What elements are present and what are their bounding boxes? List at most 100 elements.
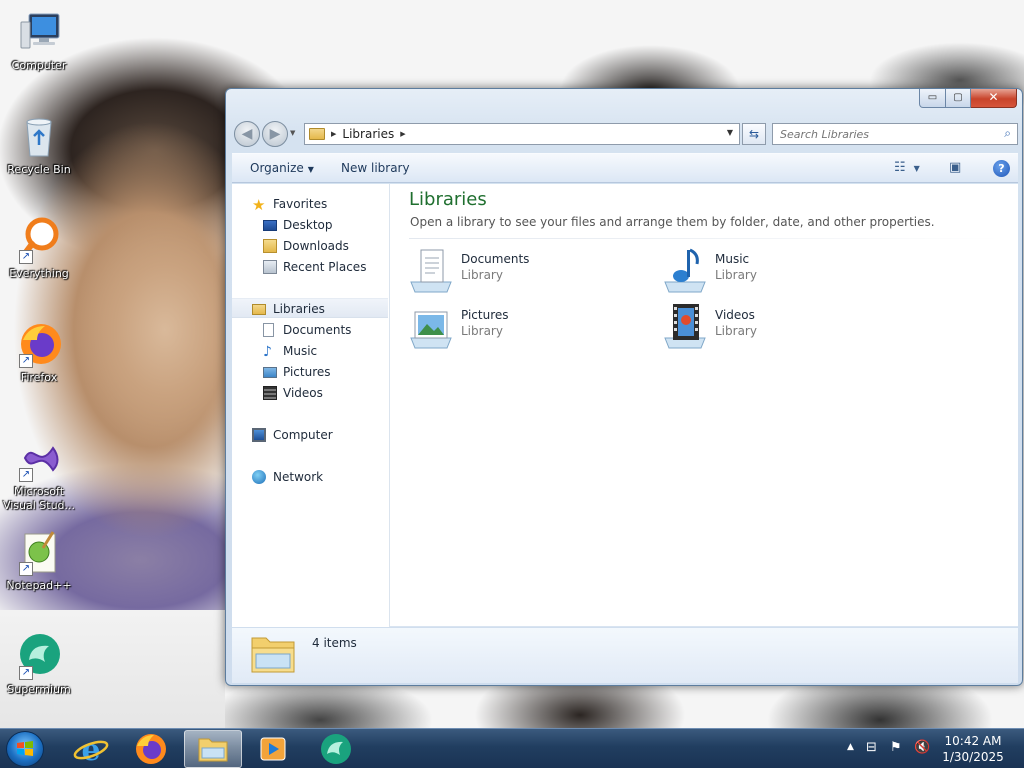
breadcrumb-arrow-icon[interactable]: ▶ bbox=[331, 130, 336, 138]
nav-label: Pictures bbox=[283, 365, 331, 379]
documents-icon bbox=[263, 323, 274, 337]
supermium-icon bbox=[321, 734, 351, 764]
desktop-icon-supermium[interactable]: ↗ Supermium bbox=[1, 632, 77, 697]
recycle-bin-icon bbox=[15, 112, 63, 160]
caption-buttons: ▭ ▢ ✕ bbox=[919, 89, 1017, 109]
help-icon[interactable]: ? bbox=[993, 160, 1010, 177]
desktop-icon-firefox[interactable]: ↗ Firefox bbox=[1, 320, 77, 385]
minimize-button[interactable]: ▭ bbox=[919, 89, 946, 108]
recent-places-icon bbox=[263, 260, 277, 274]
clock-date: 1/30/2025 bbox=[942, 750, 1004, 764]
nav-label: Computer bbox=[273, 428, 333, 442]
computer-icon bbox=[252, 428, 266, 442]
page-subtitle: Open a library to see your files and arr… bbox=[410, 215, 935, 229]
shortcut-arrow-icon: ↗ bbox=[19, 562, 33, 576]
nav-desktop[interactable]: Desktop bbox=[232, 215, 388, 235]
nav-label: Downloads bbox=[283, 239, 349, 253]
nav-downloads[interactable]: Downloads bbox=[232, 236, 388, 256]
desktop-icon-visual-studio[interactable]: ↗ Microsoft Visual Stud... bbox=[1, 434, 77, 513]
windows-logo-icon bbox=[17, 741, 33, 756]
library-type: Library bbox=[461, 324, 503, 338]
organize-button[interactable]: Organize ▼ bbox=[250, 161, 314, 175]
library-tile-documents[interactable]: Documents Library bbox=[407, 246, 647, 296]
nav-recent-places[interactable]: Recent Places bbox=[232, 257, 388, 277]
desktop-icon-label: Computer bbox=[11, 59, 67, 72]
show-hidden-icons-button[interactable]: ▲ bbox=[847, 742, 854, 752]
preview-pane-button[interactable]: ▣ bbox=[949, 160, 961, 175]
taskbar-windows-explorer[interactable] bbox=[184, 730, 242, 768]
maximize-button[interactable]: ▢ bbox=[946, 89, 971, 108]
shortcut-arrow-icon: ↗ bbox=[19, 354, 33, 368]
music-note-icon: ♪ bbox=[263, 344, 272, 360]
library-type: Library bbox=[715, 268, 757, 282]
firefox-icon bbox=[136, 734, 166, 764]
search-icon[interactable]: ⌕ bbox=[1004, 126, 1011, 141]
nav-network[interactable]: Network bbox=[232, 467, 388, 487]
downloads-folder-icon bbox=[263, 239, 277, 253]
network-tray-icon[interactable]: ⊟ bbox=[866, 740, 877, 755]
nav-pictures[interactable]: Pictures bbox=[232, 362, 388, 382]
library-tile-music[interactable]: Music Library bbox=[661, 246, 901, 296]
desktop-icon-label: Everything bbox=[9, 267, 69, 280]
libraries-folder-icon bbox=[309, 128, 325, 140]
breadcrumb-libraries[interactable]: Libraries bbox=[342, 127, 394, 141]
library-tile-pictures[interactable]: Pictures Library bbox=[407, 302, 647, 352]
svg-text:e: e bbox=[81, 733, 100, 768]
library-name: Music bbox=[715, 252, 750, 266]
explorer-window[interactable]: ▭ ▢ ✕ ◀ ▶ ▼ ▶ Libraries ▶ ▼ ⇆ ⌕ Organize… bbox=[225, 88, 1023, 686]
nav-videos[interactable]: Videos bbox=[232, 383, 388, 403]
change-view-button[interactable]: ☷ ▼ bbox=[894, 160, 920, 175]
forward-button[interactable]: ▶ bbox=[262, 121, 288, 147]
nav-documents[interactable]: Documents bbox=[232, 320, 388, 340]
action-center-flag-icon[interactable]: ⚑ bbox=[890, 740, 902, 755]
preview-pane-icon: ▣ bbox=[949, 160, 962, 175]
address-bar[interactable]: ▶ Libraries ▶ ▼ bbox=[304, 123, 740, 145]
content-area: ★ Favorites Desktop Downloads Recent Pla… bbox=[232, 184, 1018, 627]
divider bbox=[409, 238, 1001, 239]
music-library-icon bbox=[661, 246, 709, 294]
navigation-bar: ◀ ▶ ▼ ▶ Libraries ▶ ▼ ⇆ ⌕ bbox=[232, 119, 1018, 149]
media-player-icon bbox=[260, 737, 286, 761]
details-pane: 4 items bbox=[232, 628, 1018, 683]
desktop-icon-notepad-plus-plus[interactable]: ↗ Notepad++ bbox=[1, 528, 77, 593]
refresh-button[interactable]: ⇆ bbox=[742, 123, 766, 145]
desktop-icon bbox=[263, 220, 277, 231]
nav-libraries[interactable]: Libraries bbox=[232, 298, 388, 318]
main-pane: Libraries Open a library to see your fil… bbox=[391, 184, 1018, 627]
recent-pages-dropdown[interactable]: ▼ bbox=[290, 129, 295, 137]
nav-label: Favorites bbox=[273, 197, 328, 211]
chevron-down-icon: ▼ bbox=[913, 164, 920, 173]
taskbar-firefox[interactable] bbox=[122, 730, 180, 768]
library-name: Videos bbox=[715, 308, 755, 322]
desktop-icon-everything[interactable]: ↗ Everything bbox=[1, 216, 77, 281]
nav-computer[interactable]: Computer bbox=[232, 425, 388, 445]
chevron-down-icon: ▼ bbox=[307, 165, 314, 174]
address-dropdown-icon[interactable]: ▼ bbox=[727, 128, 733, 137]
view-options-icon: ☷ bbox=[894, 160, 906, 175]
nav-label: Libraries bbox=[273, 302, 325, 316]
volume-muted-icon[interactable]: 🔇 bbox=[914, 740, 930, 755]
back-button[interactable]: ◀ bbox=[234, 121, 260, 147]
desktop-icon-label: Notepad++ bbox=[6, 579, 72, 592]
internet-explorer-icon: e bbox=[73, 733, 109, 768]
desktop-icon-label: Recycle Bin bbox=[7, 163, 71, 176]
desktop-icon-recycle-bin[interactable]: Recycle Bin bbox=[1, 112, 77, 177]
taskbar-supermium[interactable] bbox=[306, 730, 364, 768]
system-clock[interactable]: 10:42 AM 1/30/2025 bbox=[938, 733, 1008, 765]
start-button[interactable] bbox=[6, 731, 44, 767]
breadcrumb-arrow-icon[interactable]: ▶ bbox=[400, 130, 405, 138]
taskbar-media-player[interactable] bbox=[244, 730, 302, 768]
search-box[interactable]: ⌕ bbox=[772, 123, 1018, 145]
desktop-icon-computer[interactable]: Computer bbox=[1, 8, 77, 73]
new-library-button[interactable]: New library bbox=[341, 161, 410, 175]
videos-library-icon bbox=[661, 302, 709, 350]
pictures-library-icon bbox=[407, 302, 455, 350]
nav-favorites[interactable]: ★ Favorites bbox=[232, 194, 388, 214]
firefox-icon: ↗ bbox=[15, 320, 63, 368]
nav-music[interactable]: ♪ Music bbox=[232, 341, 388, 361]
nav-label: Network bbox=[273, 470, 324, 484]
search-input[interactable] bbox=[773, 124, 983, 144]
library-tile-videos[interactable]: Videos Library bbox=[661, 302, 901, 352]
close-button[interactable]: ✕ bbox=[971, 89, 1017, 108]
taskbar-internet-explorer[interactable]: e bbox=[62, 730, 120, 768]
